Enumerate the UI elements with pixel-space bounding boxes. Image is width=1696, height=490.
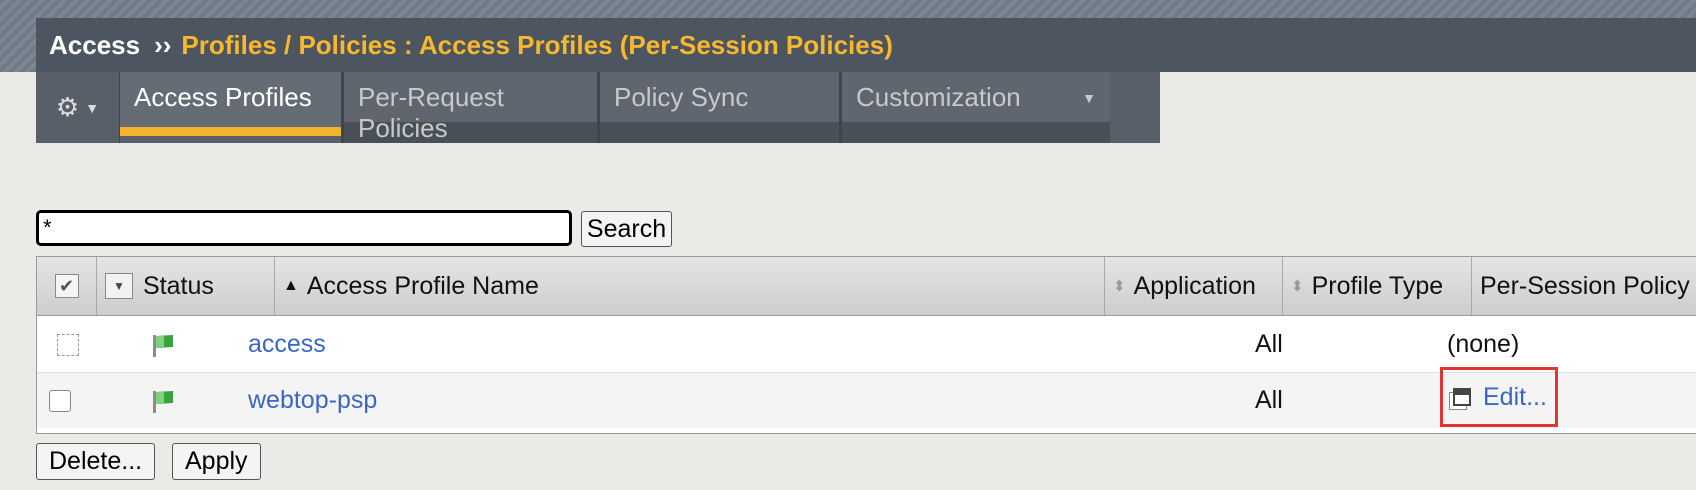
page-title: Profiles / Policies : Access Profiles (P… — [181, 29, 893, 60]
checkmark-icon: ✔ — [54, 274, 79, 298]
column-label: Profile Type — [1311, 271, 1444, 300]
column-label: Access Profile Name — [306, 271, 539, 300]
column-label: Status — [143, 271, 214, 300]
profile-type-value: All — [1255, 330, 1283, 358]
column-label: Application — [1133, 271, 1256, 300]
select-all-checkbox[interactable]: ✔ — [37, 257, 97, 315]
sort-icon: ⬍ — [1113, 278, 1126, 295]
profile-name-link[interactable]: webtop-psp — [248, 373, 377, 428]
column-application[interactable]: ⬍ Application — [1105, 257, 1283, 315]
popup-window-icon — [1453, 388, 1471, 406]
row-checkbox[interactable] — [49, 373, 71, 428]
column-status[interactable]: ▼ Status — [97, 257, 275, 315]
sort-icon: ⬍ — [1291, 278, 1304, 295]
table-row: access All (none) — [37, 317, 1696, 373]
status-flag-icon — [149, 373, 177, 428]
tab-label: Per-Request Policies — [358, 82, 504, 143]
filter-dropdown-icon[interactable]: ▼ — [105, 273, 133, 299]
breadcrumb-section[interactable]: Access — [49, 30, 140, 61]
gear-menu-button[interactable]: ⚙ ▼ — [36, 72, 120, 143]
table-row: webtop-psp All Edit... — [37, 367, 1696, 428]
apply-button[interactable]: Apply — [172, 443, 261, 480]
chevron-down-icon: ▼ — [1082, 90, 1096, 106]
policy-value: (none) — [1447, 330, 1520, 358]
status-flag-icon — [149, 317, 177, 372]
edit-policy-link[interactable]: Edit... — [1483, 383, 1547, 412]
green-flag-icon — [153, 334, 173, 357]
tab-per-request-policies[interactable]: Per-Request Policies — [344, 72, 600, 143]
tab-customization[interactable]: Customization ▼ — [842, 72, 1110, 143]
search-input[interactable] — [36, 210, 572, 246]
search-button[interactable]: Search — [581, 211, 672, 247]
breadcrumb: Access ›› Profiles / Policies : Access P… — [36, 18, 1696, 72]
checkbox-box — [49, 389, 71, 412]
delete-button[interactable]: Delete... — [36, 443, 156, 480]
profile-type-value: All — [1255, 386, 1283, 414]
edit-policy-highlight: Edit... — [1440, 367, 1558, 427]
sort-ascending-icon: ▲ — [283, 277, 299, 294]
green-flag-icon — [153, 390, 173, 413]
column-label: Per-Session Policy — [1480, 271, 1690, 300]
row-checkbox[interactable] — [57, 317, 79, 372]
access-profiles-table: ✔ ▼ Status ▲ Access Profile Name ⬍ Appli… — [36, 256, 1696, 434]
profile-name-link[interactable]: access — [248, 317, 326, 372]
tab-label: Policy Sync — [614, 82, 749, 112]
column-profile-type[interactable]: ⬍ Profile Type — [1283, 257, 1472, 315]
tab-bar: ⚙ ▼ Access Profiles Per-Request Policies … — [36, 72, 1160, 143]
checkbox-box — [57, 333, 79, 356]
tab-label: Customization — [856, 82, 1021, 112]
chevron-down-icon: ▼ — [85, 99, 100, 116]
table-header: ✔ ▼ Status ▲ Access Profile Name ⬍ Appli… — [37, 257, 1696, 316]
gear-icon: ⚙ — [55, 92, 80, 122]
column-per-session-policy: Per-Session Policy — [1472, 257, 1696, 315]
column-access-profile-name[interactable]: ▲ Access Profile Name — [275, 257, 1105, 315]
tab-access-profiles[interactable]: Access Profiles — [120, 72, 344, 143]
breadcrumb-separator: ›› — [154, 29, 172, 60]
tab-policy-sync[interactable]: Policy Sync — [600, 72, 842, 143]
tab-label: Access Profiles — [134, 82, 312, 112]
